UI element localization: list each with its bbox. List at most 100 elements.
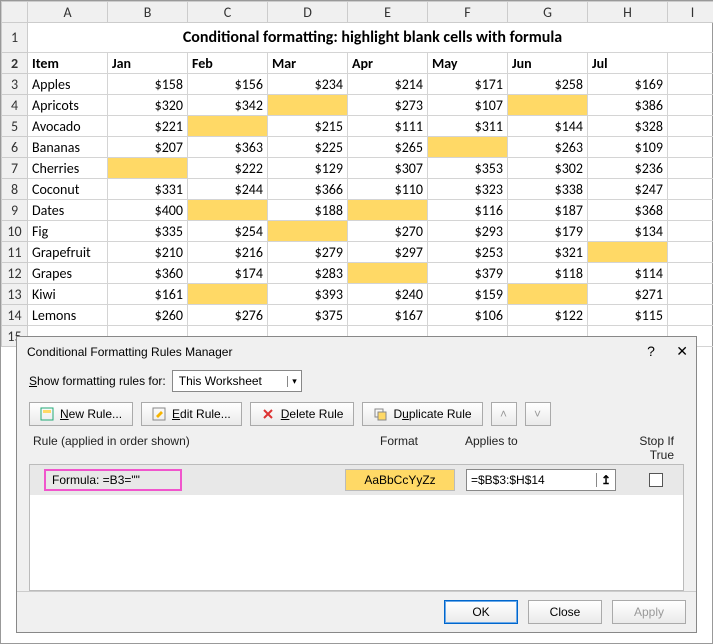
move-up-button[interactable]: ˄ bbox=[491, 402, 517, 426]
cell[interactable]: $215 bbox=[268, 116, 348, 137]
data-header[interactable]: May bbox=[428, 53, 508, 74]
cell[interactable] bbox=[188, 200, 268, 221]
row-header[interactable]: 10 bbox=[2, 221, 28, 242]
data-header[interactable]: Feb bbox=[188, 53, 268, 74]
cell[interactable]: $236 bbox=[588, 158, 668, 179]
cell[interactable]: $161 bbox=[108, 284, 188, 305]
cell[interactable]: $323 bbox=[428, 179, 508, 200]
help-icon[interactable]: ? bbox=[647, 343, 655, 359]
data-header[interactable]: Mar bbox=[268, 53, 348, 74]
show-rules-dropdown[interactable]: This Worksheet ▾ bbox=[172, 370, 302, 392]
cell[interactable]: $265 bbox=[348, 137, 428, 158]
cell[interactable]: $221 bbox=[108, 116, 188, 137]
cell[interactable] bbox=[268, 221, 348, 242]
cell[interactable]: $244 bbox=[188, 179, 268, 200]
row-header[interactable]: 5 bbox=[2, 116, 28, 137]
delete-rule-button[interactable]: Delete Rule bbox=[250, 402, 355, 426]
ok-button[interactable]: OK bbox=[444, 600, 518, 624]
cell[interactable]: $225 bbox=[268, 137, 348, 158]
cell[interactable] bbox=[188, 284, 268, 305]
row-header[interactable]: 8 bbox=[2, 179, 28, 200]
cell[interactable]: $393 bbox=[268, 284, 348, 305]
apply-button[interactable]: Apply bbox=[612, 600, 686, 624]
cell[interactable]: Fig bbox=[28, 221, 108, 242]
cell[interactable]: $307 bbox=[348, 158, 428, 179]
cell[interactable]: Bananas bbox=[28, 137, 108, 158]
cell[interactable] bbox=[508, 284, 588, 305]
cell[interactable]: $363 bbox=[188, 137, 268, 158]
column-header[interactable]: E bbox=[348, 2, 428, 23]
row-header[interactable]: 12 bbox=[2, 263, 28, 284]
range-picker-icon[interactable]: ↥ bbox=[596, 473, 611, 487]
cell[interactable]: $368 bbox=[588, 200, 668, 221]
stop-if-true-checkbox[interactable] bbox=[649, 473, 663, 487]
row-header[interactable]: 4 bbox=[2, 95, 28, 116]
cell[interactable]: $328 bbox=[588, 116, 668, 137]
row-header[interactable]: 1 bbox=[2, 23, 28, 53]
cell[interactable] bbox=[188, 116, 268, 137]
cell[interactable]: $222 bbox=[188, 158, 268, 179]
data-header[interactable]: Jun bbox=[508, 53, 588, 74]
data-header[interactable]: Item bbox=[28, 53, 108, 74]
row-header[interactable]: 13 bbox=[2, 284, 28, 305]
cell[interactable]: $302 bbox=[508, 158, 588, 179]
cell[interactable]: $400 bbox=[108, 200, 188, 221]
column-header[interactable]: H bbox=[588, 2, 668, 23]
cell[interactable]: $107 bbox=[428, 95, 508, 116]
row-header[interactable]: 11 bbox=[2, 242, 28, 263]
cell[interactable]: $144 bbox=[508, 116, 588, 137]
cell[interactable]: $271 bbox=[588, 284, 668, 305]
cell[interactable]: $366 bbox=[268, 179, 348, 200]
cell[interactable]: $379 bbox=[428, 263, 508, 284]
cell[interactable]: $171 bbox=[428, 74, 508, 95]
column-header[interactable]: C bbox=[188, 2, 268, 23]
cell[interactable]: $375 bbox=[268, 305, 348, 326]
cell[interactable]: $210 bbox=[108, 242, 188, 263]
cell[interactable]: $320 bbox=[108, 95, 188, 116]
cell[interactable]: $338 bbox=[508, 179, 588, 200]
cell[interactable]: $360 bbox=[108, 263, 188, 284]
cell[interactable]: $234 bbox=[268, 74, 348, 95]
row-header[interactable]: 9 bbox=[2, 200, 28, 221]
row-header[interactable]: 6 bbox=[2, 137, 28, 158]
row-header[interactable]: 14 bbox=[2, 305, 28, 326]
cell[interactable]: $110 bbox=[348, 179, 428, 200]
cell[interactable]: $129 bbox=[268, 158, 348, 179]
duplicate-rule-button[interactable]: Duplicate Rule bbox=[362, 402, 482, 426]
row-header[interactable]: 2 bbox=[2, 53, 28, 74]
cell[interactable]: $188 bbox=[268, 200, 348, 221]
column-header[interactable]: A bbox=[28, 2, 108, 23]
cell[interactable]: $342 bbox=[188, 95, 268, 116]
cell[interactable]: Grapefruit bbox=[28, 242, 108, 263]
cell[interactable]: Coconut bbox=[28, 179, 108, 200]
cell[interactable]: $279 bbox=[268, 242, 348, 263]
cell[interactable]: $115 bbox=[588, 305, 668, 326]
cell[interactable]: $118 bbox=[508, 263, 588, 284]
data-header[interactable]: Jul bbox=[588, 53, 668, 74]
cell[interactable]: $179 bbox=[508, 221, 588, 242]
cell[interactable]: $331 bbox=[108, 179, 188, 200]
move-down-button[interactable]: ˅ bbox=[525, 402, 551, 426]
cell[interactable]: $253 bbox=[428, 242, 508, 263]
cell[interactable]: $214 bbox=[348, 74, 428, 95]
cell[interactable]: $169 bbox=[588, 74, 668, 95]
cell[interactable]: $216 bbox=[188, 242, 268, 263]
cell[interactable]: $174 bbox=[188, 263, 268, 284]
column-header[interactable]: I bbox=[668, 2, 713, 23]
cell[interactable]: $335 bbox=[108, 221, 188, 242]
cell[interactable]: $263 bbox=[508, 137, 588, 158]
cell[interactable]: $122 bbox=[508, 305, 588, 326]
cell[interactable]: Cherries bbox=[28, 158, 108, 179]
column-header[interactable]: D bbox=[268, 2, 348, 23]
cell[interactable]: $260 bbox=[108, 305, 188, 326]
cell[interactable]: $114 bbox=[588, 263, 668, 284]
cell[interactable]: $116 bbox=[428, 200, 508, 221]
cell[interactable]: $111 bbox=[348, 116, 428, 137]
cell[interactable]: $297 bbox=[348, 242, 428, 263]
cell[interactable]: $386 bbox=[588, 95, 668, 116]
edit-rule-button[interactable]: Edit Rule... bbox=[141, 402, 242, 426]
cell[interactable]: Lemons bbox=[28, 305, 108, 326]
cell[interactable]: $167 bbox=[348, 305, 428, 326]
close-icon[interactable]: ✕ bbox=[676, 343, 688, 359]
cell[interactable]: Kiwi bbox=[28, 284, 108, 305]
